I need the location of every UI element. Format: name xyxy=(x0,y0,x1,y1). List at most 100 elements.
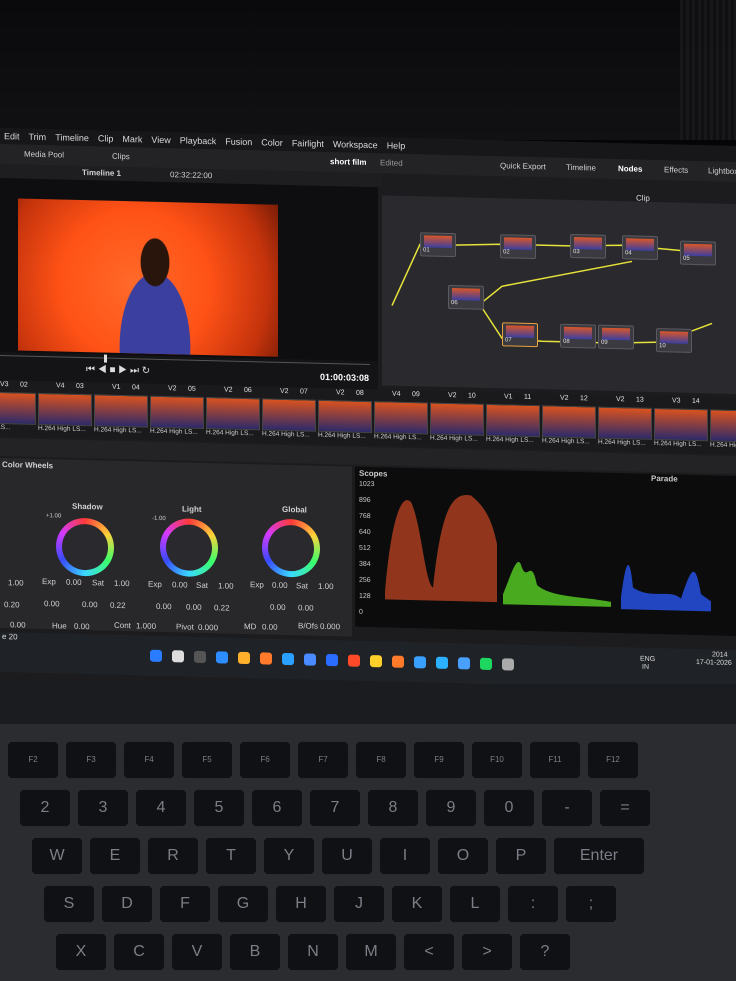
playhead[interactable] xyxy=(104,354,107,363)
key-t[interactable]: T xyxy=(206,838,256,874)
key-p[interactable]: P xyxy=(496,838,546,874)
menu-item-timeline[interactable]: Timeline xyxy=(55,132,89,143)
media-pool-button[interactable]: Media Pool xyxy=(24,150,64,160)
app-icon[interactable] xyxy=(458,657,470,670)
app-icon[interactable] xyxy=(326,653,338,667)
app-icon[interactable] xyxy=(392,655,404,668)
shadow-sat[interactable]: 1.00 xyxy=(114,579,130,588)
menu-item-fusion[interactable]: Fusion xyxy=(225,137,252,148)
key-0[interactable]: 0 xyxy=(484,790,534,826)
clip-thumbnail[interactable] xyxy=(206,397,260,431)
key-f5[interactable]: F5 xyxy=(182,742,232,778)
key-f[interactable]: F xyxy=(160,886,210,922)
key->[interactable]: > xyxy=(462,934,512,970)
key-v[interactable]: V xyxy=(172,934,222,970)
key-l[interactable]: L xyxy=(450,886,500,922)
scopes-mode[interactable]: Parade xyxy=(651,474,678,484)
key-y[interactable]: Y xyxy=(264,838,314,874)
clip-thumbnail[interactable] xyxy=(318,399,372,434)
node-08[interactable]: 08 xyxy=(560,323,596,349)
key-7[interactable]: 7 xyxy=(310,790,360,826)
clip-thumbnail[interactable] xyxy=(374,401,428,435)
key-enter[interactable]: Enter xyxy=(554,838,644,874)
key-4[interactable]: 4 xyxy=(136,790,186,826)
app-icon[interactable] xyxy=(172,650,184,663)
shadow-wheel[interactable] xyxy=(56,517,114,577)
key-f11[interactable]: F11 xyxy=(530,742,580,778)
light-wheel[interactable] xyxy=(160,517,218,578)
key-n[interactable]: N xyxy=(288,934,338,970)
node-02[interactable]: 02 xyxy=(500,234,536,260)
app-icon[interactable] xyxy=(238,651,250,665)
clip-thumbnail[interactable] xyxy=(150,395,204,429)
quick-export-button[interactable]: Quick Export xyxy=(500,161,546,171)
pivot-value[interactable]: 0.000 xyxy=(198,623,218,632)
clip-thumbnail[interactable] xyxy=(262,398,316,432)
node-05[interactable]: 05 xyxy=(680,240,716,266)
node-03[interactable]: 03 xyxy=(570,233,606,259)
key-x[interactable]: X xyxy=(56,934,106,970)
key-f9[interactable]: F9 xyxy=(414,742,464,778)
node-06[interactable]: 06 xyxy=(448,284,484,310)
key-m[interactable]: M xyxy=(346,934,396,970)
menu-item-edit[interactable]: Edit xyxy=(4,131,20,141)
key-o[interactable]: O xyxy=(438,838,488,874)
menu-item-help[interactable]: Help xyxy=(387,140,406,150)
global-wheel[interactable] xyxy=(262,518,320,578)
transport-buttons[interactable]: ⏮ ◀ ■ ▶ ⏭ ↻ xyxy=(86,364,150,377)
global-x[interactable]: 0.00 xyxy=(270,603,286,612)
menu-item-view[interactable]: View xyxy=(151,135,170,145)
light-y[interactable]: 0.00 xyxy=(186,603,202,612)
menu-item-workspace[interactable]: Workspace xyxy=(333,139,378,150)
first-value[interactable]: 0.00 xyxy=(10,620,26,629)
key-=[interactable]: = xyxy=(600,790,650,826)
global-exp[interactable]: 0.00 xyxy=(272,581,288,590)
shadow-z[interactable]: 0.22 xyxy=(110,601,126,610)
key-g[interactable]: G xyxy=(218,886,268,922)
clip-thumbnail[interactable] xyxy=(38,392,92,427)
app-icon[interactable] xyxy=(348,654,360,667)
taskbar-app-icons[interactable] xyxy=(150,649,540,674)
key-8[interactable]: 8 xyxy=(368,790,418,826)
w0b-value[interactable]: 0.20 xyxy=(4,600,20,609)
menu-item-fairlight[interactable]: Fairlight xyxy=(292,138,324,149)
menu-item-playback[interactable]: Playback xyxy=(180,135,217,146)
key-h[interactable]: H xyxy=(276,886,326,922)
timeline-button[interactable]: Timeline xyxy=(566,163,596,173)
app-icon[interactable] xyxy=(502,658,514,671)
menu-item-color[interactable]: Color xyxy=(261,137,283,148)
shadow-exp[interactable]: 0.00 xyxy=(66,578,82,587)
app-icon[interactable] xyxy=(414,656,426,669)
key-:[interactable]: : xyxy=(508,886,558,922)
node-01[interactable]: 01 xyxy=(420,232,456,258)
app-icon[interactable] xyxy=(216,651,228,664)
menu-item-clip[interactable]: Clip xyxy=(98,133,114,143)
w0-value[interactable]: 1.00 xyxy=(8,578,24,587)
key-f10[interactable]: F10 xyxy=(472,742,522,778)
app-icon[interactable] xyxy=(370,655,382,668)
clock-time[interactable]: 2014 xyxy=(712,651,728,658)
key-k[interactable]: K xyxy=(392,886,442,922)
app-icon[interactable] xyxy=(436,656,448,669)
key-f6[interactable]: F6 xyxy=(240,742,290,778)
key-3[interactable]: 3 xyxy=(78,790,128,826)
key-c[interactable]: C xyxy=(114,934,164,970)
hue-value[interactable]: 0.00 xyxy=(74,622,90,631)
cont-value[interactable]: 1.000 xyxy=(136,621,156,630)
light-sat[interactable]: 1.00 xyxy=(218,581,234,590)
app-icon[interactable] xyxy=(282,652,294,666)
key-;[interactable]: ; xyxy=(566,886,616,922)
node-editor[interactable]: Clip 01 02 03 04 05 06 07 08 09 10 xyxy=(382,194,736,394)
key-6[interactable]: 6 xyxy=(252,790,302,826)
key-w[interactable]: W xyxy=(32,838,82,874)
key-e[interactable]: E xyxy=(90,838,140,874)
key-d[interactable]: D xyxy=(102,886,152,922)
key-f12[interactable]: F12 xyxy=(588,742,638,778)
key-f8[interactable]: F8 xyxy=(356,742,406,778)
key-9[interactable]: 9 xyxy=(426,790,476,826)
app-icon[interactable] xyxy=(150,649,162,662)
menu-item-trim[interactable]: Trim xyxy=(29,132,47,142)
key--[interactable]: - xyxy=(542,790,592,826)
nodes-button[interactable]: Nodes xyxy=(618,164,642,174)
light-x[interactable]: 0.00 xyxy=(156,602,172,611)
